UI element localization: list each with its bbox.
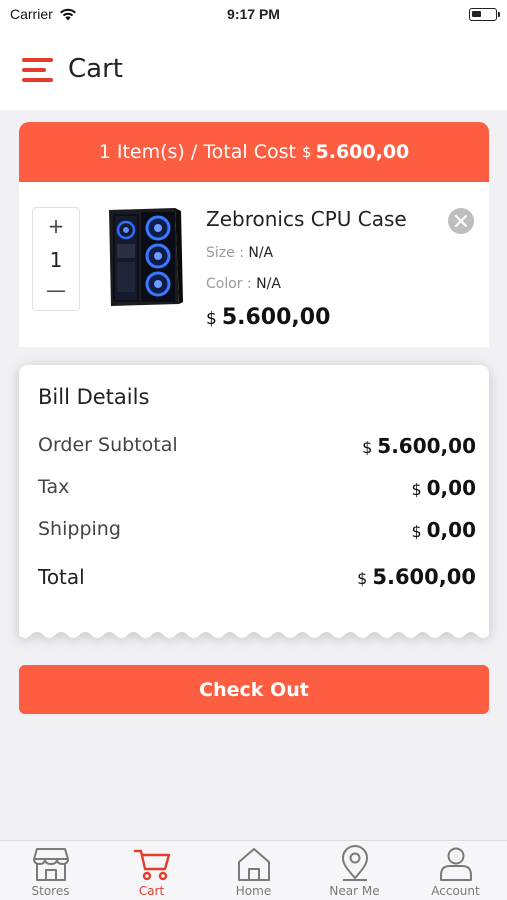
- status-bar: Carrier 9:17 PM: [0, 0, 507, 30]
- tab-bar: Stores Cart Home Near Me Account: [0, 840, 507, 900]
- size-label: Size :: [206, 245, 244, 261]
- product-size: Size : N/A: [206, 245, 273, 261]
- product-price: $5.600,00: [206, 305, 330, 330]
- tab-label: Near Me: [329, 884, 380, 898]
- page-title: Cart: [68, 54, 123, 84]
- status-time: 9:17 PM: [227, 6, 280, 22]
- cart-item: + 1 — Zebronics CPU Case Size : N/A Colo…: [19, 182, 489, 347]
- bill-row-value: $5.600,00: [357, 565, 476, 589]
- tab-stores[interactable]: Stores: [0, 841, 101, 900]
- bill-row-value: $5.600,00: [362, 434, 476, 458]
- product-image[interactable]: [103, 206, 183, 310]
- cart-summary-banner: 1 Item(s) / Total Cost $ 5.600,00: [19, 122, 489, 182]
- bill-row-total: Total $5.600,00: [38, 565, 476, 595]
- battery-icon: [469, 8, 500, 21]
- price-currency: $: [206, 309, 217, 329]
- checkout-button[interactable]: Check Out: [19, 665, 489, 714]
- tab-home[interactable]: Home: [203, 841, 304, 900]
- tab-near-me[interactable]: Near Me: [304, 841, 405, 900]
- bill-row-label: Tax: [38, 476, 70, 498]
- bill-details-card: Bill Details Order Subtotal $5.600,00 Ta…: [19, 365, 489, 650]
- location-pin-icon: [342, 845, 368, 881]
- bill-row-subtotal: Order Subtotal $5.600,00: [38, 434, 476, 464]
- home-icon: [238, 848, 270, 881]
- close-icon: [454, 214, 468, 228]
- tab-label: Home: [235, 884, 272, 898]
- summary-text: 1 Item(s) / Total Cost: [98, 141, 296, 163]
- summary-currency: $: [301, 143, 312, 161]
- price-amount: 5.600,00: [221, 305, 331, 330]
- product-name[interactable]: Zebronics CPU Case: [206, 207, 407, 231]
- bill-row-label: Shipping: [38, 518, 121, 540]
- remove-item-button[interactable]: [448, 208, 474, 234]
- product-color: Color : N/A: [206, 276, 281, 292]
- user-icon: [440, 847, 472, 881]
- tab-label: Stores: [31, 884, 70, 898]
- tab-account[interactable]: Account: [405, 841, 506, 900]
- bill-row-shipping: Shipping $0,00: [38, 518, 476, 548]
- summary-amount: 5.600,00: [315, 141, 410, 163]
- store-icon: [33, 848, 69, 881]
- increment-button[interactable]: +: [33, 214, 79, 238]
- bill-row-tax: Tax $0,00: [38, 476, 476, 506]
- size-value: N/A: [248, 245, 274, 261]
- menu-icon[interactable]: [22, 58, 53, 84]
- tab-label: Account: [431, 884, 480, 898]
- color-label: Color :: [206, 276, 252, 292]
- nav-bar: Cart: [0, 30, 507, 110]
- quantity-stepper: + 1 —: [32, 207, 80, 311]
- decrement-button[interactable]: —: [33, 278, 79, 302]
- tab-cart[interactable]: Cart: [101, 841, 202, 900]
- tab-label: Cart: [138, 884, 165, 898]
- quantity-value: 1: [49, 248, 63, 272]
- bill-title: Bill Details: [38, 385, 150, 409]
- bill-row-value: $0,00: [411, 518, 476, 542]
- bill-row-value: $0,00: [411, 476, 476, 500]
- bill-row-label: Total: [38, 565, 85, 589]
- cart-icon: [133, 849, 171, 881]
- color-value: N/A: [256, 276, 281, 292]
- bill-row-label: Order Subtotal: [38, 434, 178, 456]
